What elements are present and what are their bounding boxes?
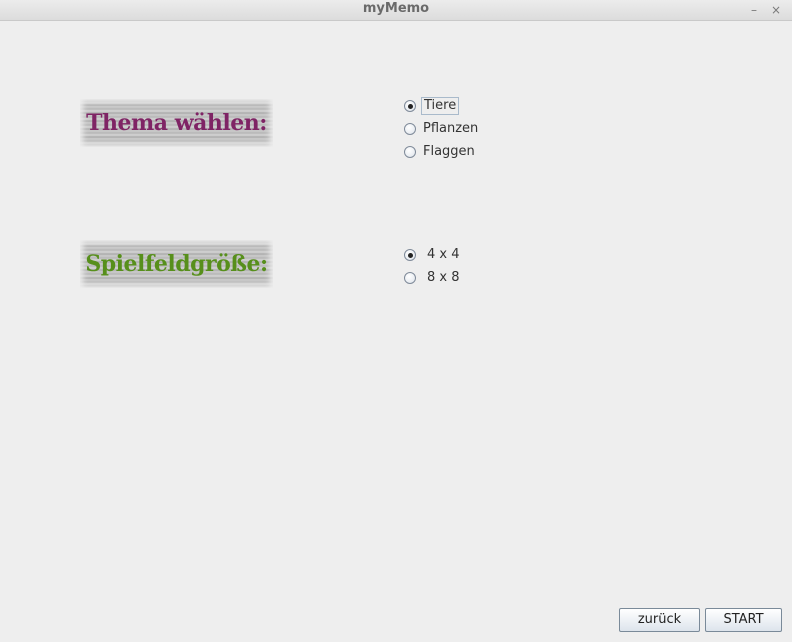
- back-button[interactable]: zurück: [619, 608, 700, 632]
- start-button[interactable]: START: [705, 608, 782, 632]
- theme-heading: Thema wählen:: [86, 110, 267, 136]
- theme-option-label: Pflanzen: [423, 121, 479, 136]
- radio-unselected-icon[interactable]: [404, 123, 416, 135]
- theme-option-label: Flaggen: [423, 144, 475, 159]
- close-icon[interactable]: ×: [768, 0, 784, 20]
- size-option-label: 8 x 8: [427, 270, 460, 285]
- size-option-8x8[interactable]: 8 x 8: [404, 268, 462, 288]
- theme-option-label: Tiere: [421, 97, 460, 115]
- radio-unselected-icon[interactable]: [404, 146, 416, 158]
- size-heading: Spielfeldgröße:: [85, 251, 268, 277]
- radio-selected-icon[interactable]: [404, 100, 416, 112]
- window-title: myMemo: [362, 1, 430, 16]
- size-option-label: 4 x 4: [427, 247, 460, 262]
- minimize-icon[interactable]: –: [746, 0, 762, 20]
- theme-option-pflanzen[interactable]: Pflanzen: [404, 119, 480, 139]
- radio-selected-icon[interactable]: [404, 249, 416, 261]
- title-bar: myMemo – ×: [0, 0, 792, 21]
- theme-option-tiere[interactable]: Tiere: [404, 96, 460, 116]
- radio-unselected-icon[interactable]: [404, 272, 416, 284]
- size-option-4x4[interactable]: 4 x 4: [404, 245, 462, 265]
- size-heading-banner: Spielfeldgröße:: [80, 240, 273, 288]
- theme-option-flaggen[interactable]: Flaggen: [404, 142, 477, 162]
- theme-heading-banner: Thema wählen:: [80, 99, 273, 147]
